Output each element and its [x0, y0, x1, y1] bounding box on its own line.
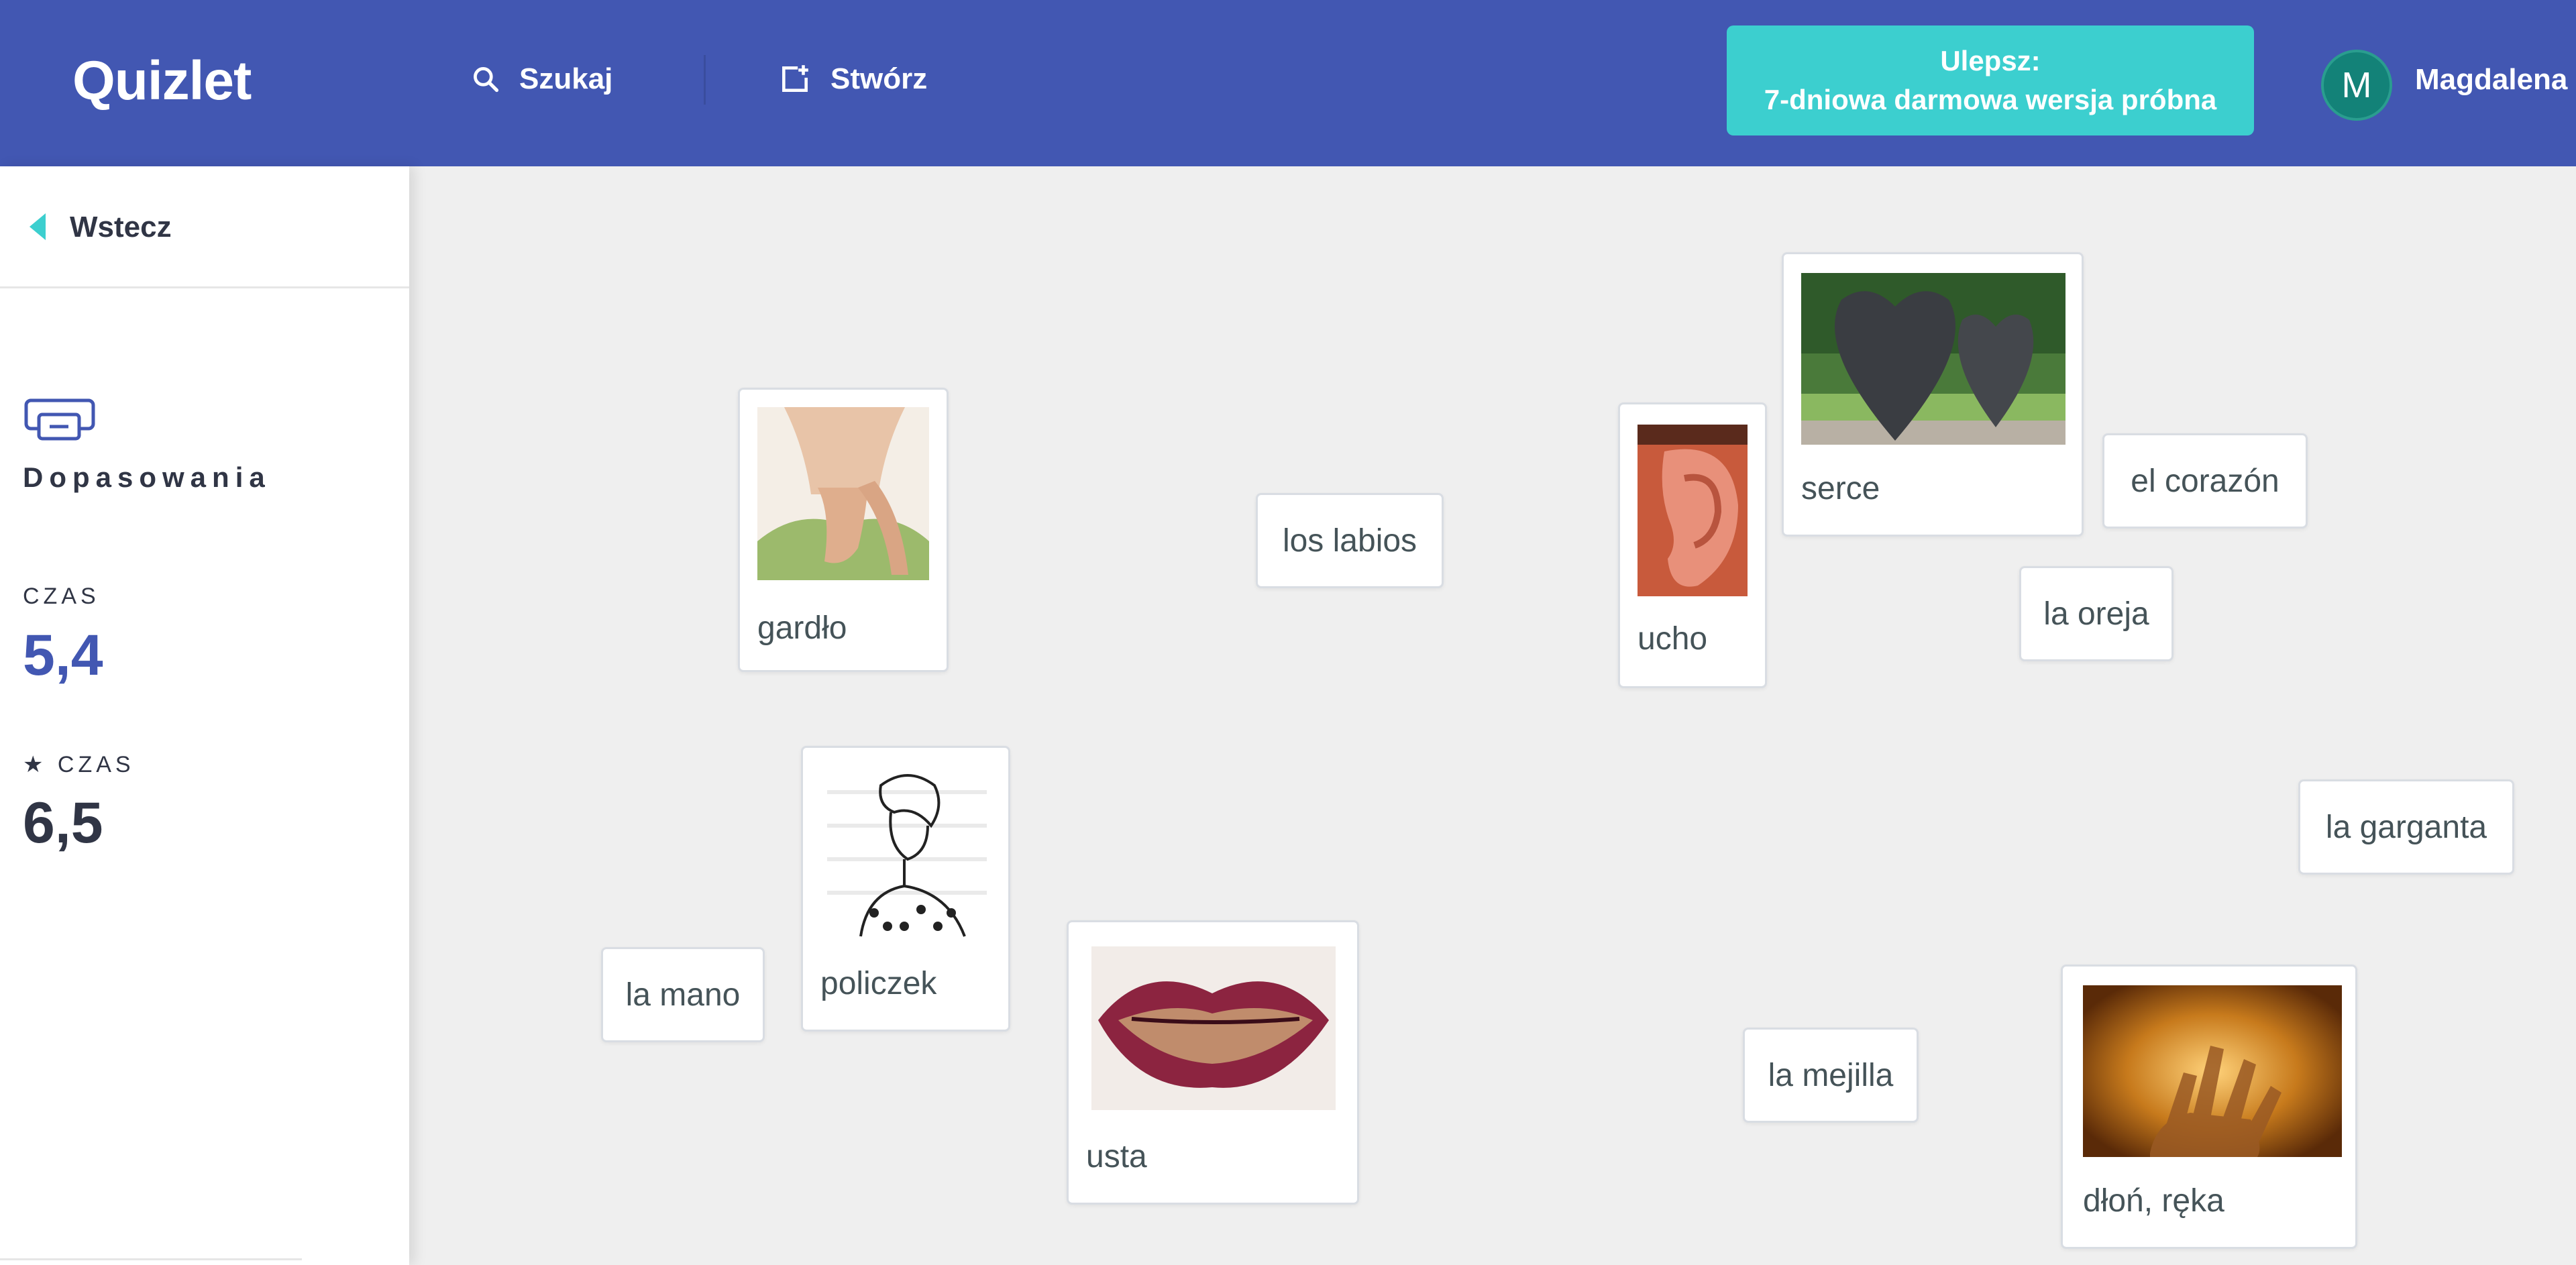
search-button[interactable]: Szukaj	[471, 52, 612, 106]
nav-divider	[704, 55, 706, 105]
image-card-throat[interactable]: gardło	[738, 388, 949, 672]
top-nav-bar: Quizlet Szukaj Stwórz Ulepsz: 7-dniowa d…	[0, 0, 2576, 166]
quizlet-logo[interactable]: Quizlet	[72, 44, 252, 118]
card-label: la mano	[625, 977, 741, 1013]
woman-sketch-illustration-icon	[820, 765, 994, 938]
ear-photo-icon	[1638, 425, 1748, 596]
word-card-el-corazon[interactable]: el corazón	[2102, 433, 2308, 529]
avatar[interactable]: M	[2321, 50, 2392, 121]
image-card-lips[interactable]: usta	[1067, 920, 1359, 1205]
word-card-la-mejilla[interactable]: la mejilla	[1743, 1028, 1919, 1123]
hand-photo-icon	[2083, 985, 2342, 1157]
card-label: la oreja	[2043, 596, 2149, 632]
create-button[interactable]: Stwórz	[778, 52, 927, 106]
word-card-la-oreja[interactable]: la oreja	[2019, 566, 2174, 661]
search-icon	[474, 67, 499, 93]
card-label: policzek	[820, 966, 937, 1001]
best-time-value: 6,5	[23, 791, 103, 855]
card-label: gardło	[757, 610, 847, 646]
create-set-icon	[782, 65, 808, 92]
upgrade-trial-button[interactable]: Ulepsz: 7-dniowa darmowa wersja próbna	[1727, 25, 2254, 135]
word-card-la-mano[interactable]: la mano	[601, 947, 765, 1042]
image-card-cheek[interactable]: policzek	[801, 746, 1010, 1032]
lips-photo-icon	[1091, 946, 1336, 1110]
username[interactable]: Magdalena	[2415, 63, 2567, 97]
match-mode-icon	[24, 398, 95, 441]
throat-photo-icon	[757, 407, 929, 580]
card-label: la garganta	[2325, 809, 2487, 845]
card-label: el corazón	[2131, 463, 2279, 499]
trial-label: 7-dniowa darmowa wersja próbna	[1764, 84, 2217, 115]
card-label: dłoń, ręka	[2083, 1183, 2224, 1219]
back-button[interactable]: Wstecz	[0, 166, 409, 288]
back-label: Wstecz	[70, 211, 172, 243]
create-label: Stwórz	[830, 62, 928, 95]
image-card-ear[interactable]: ucho	[1618, 402, 1767, 688]
time-label: CZAS	[23, 584, 100, 609]
back-arrow-icon	[30, 213, 46, 240]
image-card-heart[interactable]: serce	[1782, 252, 2084, 537]
best-time-label: ★ CZAS	[23, 752, 135, 777]
card-label: los labios	[1282, 522, 1417, 559]
card-label: usta	[1086, 1139, 1147, 1174]
divider	[0, 1258, 302, 1260]
card-label: la mejilla	[1768, 1057, 1894, 1093]
image-card-hand[interactable]: dłoń, ręka	[2061, 965, 2357, 1249]
time-value: 5,4	[23, 623, 103, 688]
card-label: serce	[1801, 471, 1880, 506]
mode-title: Dopasowania	[23, 461, 271, 493]
card-label: ucho	[1638, 621, 1708, 657]
sidebar: Wstecz Dopasowania CZAS 5,4 ★ CZAS 6,5	[0, 166, 409, 1265]
word-card-la-garganta[interactable]: la garganta	[2298, 779, 2514, 875]
word-card-los-labios[interactable]: los labios	[1256, 493, 1444, 588]
upgrade-label: Ulepsz:	[1940, 45, 2041, 76]
hearts-sculpture-photo-icon	[1801, 273, 2065, 445]
search-label: Szukaj	[519, 62, 613, 95]
